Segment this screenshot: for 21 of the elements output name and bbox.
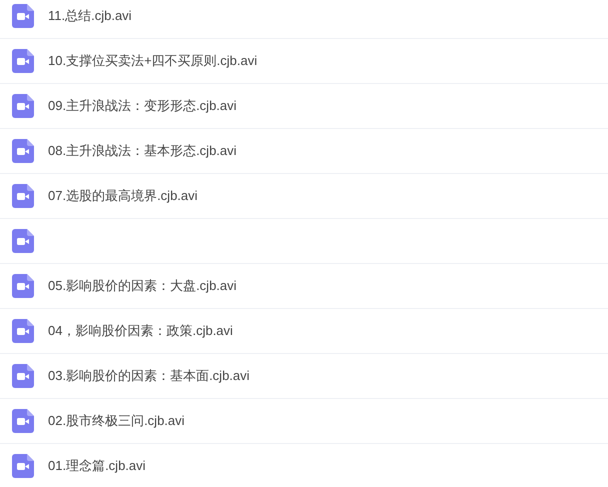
file-name[interactable]: 03.影响股价的因素：基本面.cjb.avi — [48, 366, 250, 386]
video-file-icon — [12, 49, 34, 73]
video-file-icon — [12, 229, 34, 253]
file-name[interactable]: 08.主升浪战法：基本形态.cjb.avi — [48, 141, 237, 161]
file-name[interactable]: 01.理念篇.cjb.avi — [48, 456, 146, 476]
file-name[interactable]: 07.选股的最高境界.cjb.avi — [48, 186, 198, 206]
file-name[interactable]: 04，影响股价因素：政策.cjb.avi — [48, 321, 233, 341]
video-file-icon — [12, 319, 34, 343]
file-name[interactable]: 10.支撑位买卖法+四不买原则.cjb.avi — [48, 51, 258, 71]
video-file-icon — [12, 94, 34, 118]
file-name[interactable]: 02.股市终极三问.cjb.avi — [48, 411, 185, 431]
video-file-icon — [12, 274, 34, 298]
file-name[interactable]: 11.总结.cjb.avi — [48, 6, 132, 26]
video-file-icon — [12, 184, 34, 208]
file-name[interactable]: 05.影响股价的因素：大盘.cjb.avi — [48, 276, 237, 296]
video-file-icon — [12, 364, 34, 388]
video-file-icon — [12, 454, 34, 478]
video-file-icon — [12, 4, 34, 28]
video-file-icon — [12, 409, 34, 433]
video-file-icon — [12, 139, 34, 163]
file-name[interactable]: 09.主升浪战法：变形形态.cjb.avi — [48, 96, 237, 116]
